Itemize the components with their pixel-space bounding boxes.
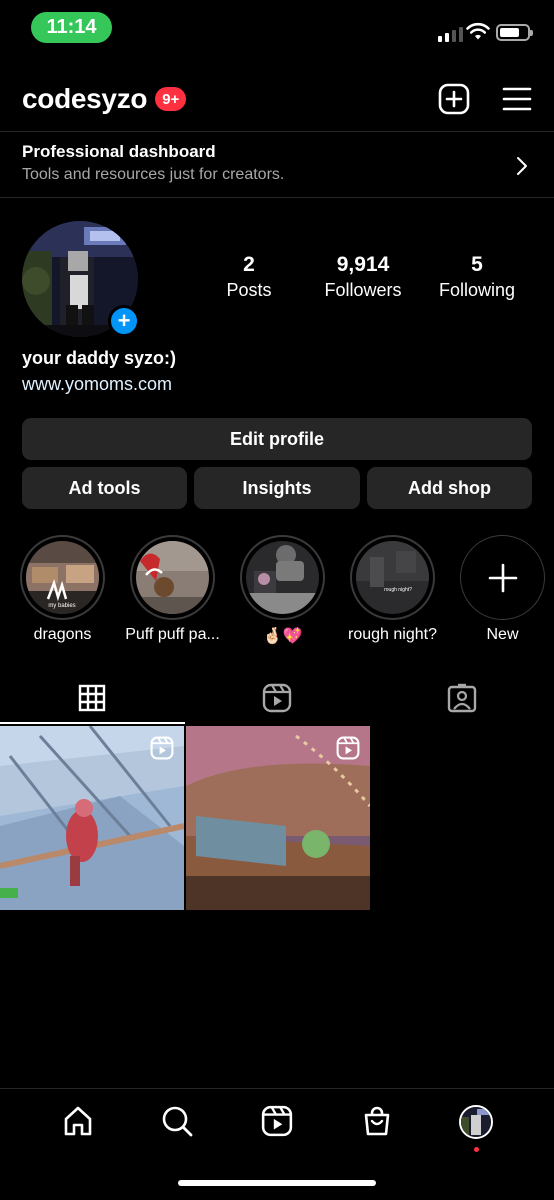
create-post-icon[interactable] xyxy=(438,83,470,115)
stat-posts[interactable]: 2 Posts xyxy=(195,253,303,301)
home-icon xyxy=(64,1106,92,1136)
tagged-icon xyxy=(447,683,476,713)
reels-icon xyxy=(262,683,292,713)
highlight-cover: my babies xyxy=(26,541,99,614)
highlight-rough-night[interactable]: rough night? rough night? xyxy=(348,535,437,646)
menu-icon[interactable] xyxy=(502,86,532,112)
notification-dot xyxy=(474,1147,480,1152)
add-story-icon[interactable]: + xyxy=(108,305,140,337)
nav-search[interactable] xyxy=(147,1105,207,1139)
stat-label: Posts xyxy=(226,280,272,300)
reel-badge-icon xyxy=(336,736,360,760)
highlight-emoji[interactable]: 🤞🏻💖 xyxy=(240,535,325,646)
status-time[interactable]: 11:14 xyxy=(31,12,112,43)
stat-value: 2 xyxy=(243,253,255,276)
shop-icon xyxy=(364,1106,389,1136)
highlight-cover xyxy=(246,541,319,614)
highlight-label: dragons xyxy=(33,626,92,643)
highlight-overlay-text: rough night? xyxy=(384,587,412,593)
profile-website-link[interactable]: www.yomoms.com xyxy=(22,374,172,395)
new-highlight-button[interactable]: New xyxy=(460,535,545,646)
stat-label: Following xyxy=(438,280,516,300)
profile-stats: 2 Posts 9,914 Followers 5 Following xyxy=(195,253,531,301)
battery-icon xyxy=(496,24,533,41)
divider xyxy=(0,197,554,198)
tab-reels[interactable] xyxy=(185,672,370,724)
nav-profile[interactable] xyxy=(446,1105,506,1152)
stat-value: 9,914 xyxy=(336,253,390,276)
edit-profile-button[interactable]: Edit profile xyxy=(22,418,532,460)
stat-following[interactable]: 5 Following xyxy=(423,253,531,301)
highlight-label: Puff puff pa... xyxy=(125,626,220,643)
home-indicator xyxy=(178,1180,376,1186)
dashboard-title: Professional dashboard xyxy=(22,142,216,161)
post-thumbnail[interactable] xyxy=(0,726,184,910)
nav-shop[interactable] xyxy=(347,1105,407,1139)
chevron-right-icon xyxy=(517,157,527,175)
insights-button[interactable]: Insights xyxy=(194,467,360,509)
story-highlights: my babies dragons Puff puff pa... 🤞🏻💖 ro… xyxy=(20,535,554,646)
profile-content-tabs xyxy=(0,672,554,724)
active-tab-indicator xyxy=(0,722,185,724)
profile-avatar-small xyxy=(459,1105,494,1139)
highlight-label: New xyxy=(486,626,519,643)
plus-icon xyxy=(488,563,517,592)
tab-tagged[interactable] xyxy=(369,672,554,724)
profile-display-name: your daddy syzo:) xyxy=(22,348,177,368)
status-bar: 11:14 xyxy=(0,0,554,56)
tab-grid[interactable] xyxy=(0,672,185,724)
cellular-signal-icon xyxy=(438,24,463,42)
reel-badge-icon xyxy=(150,736,174,760)
nav-reels[interactable] xyxy=(247,1105,307,1139)
highlight-cover: rough night? xyxy=(356,541,429,614)
stat-followers[interactable]: 9,914 Followers xyxy=(309,253,417,301)
dashboard-subtitle: Tools and resources just for creators. xyxy=(22,166,285,183)
profile-avatar-container[interactable]: + xyxy=(22,221,140,337)
highlight-overlay-text: my babies xyxy=(48,603,75,609)
grid-icon xyxy=(79,684,106,712)
highlight-dragons[interactable]: my babies dragons xyxy=(20,535,105,646)
account-username[interactable]: codesyzo xyxy=(22,83,148,115)
stat-label: Followers xyxy=(324,280,402,300)
nav-home[interactable] xyxy=(48,1105,108,1139)
search-icon xyxy=(163,1106,193,1137)
profile-header: codesyzo 9+ xyxy=(22,76,532,122)
ad-tools-button[interactable]: Ad tools xyxy=(22,467,187,509)
professional-dashboard[interactable]: Professional dashboard Tools and resourc… xyxy=(0,132,554,198)
post-thumbnail[interactable] xyxy=(186,726,370,910)
reels-icon xyxy=(261,1105,293,1137)
highlight-label: rough night? xyxy=(348,626,437,643)
stat-value: 5 xyxy=(471,253,483,276)
notification-badge: 9+ xyxy=(155,87,187,111)
highlight-cover xyxy=(136,541,209,614)
wifi-icon xyxy=(466,22,490,40)
highlight-puff-puff[interactable]: Puff puff pa... xyxy=(125,535,220,646)
add-shop-button[interactable]: Add shop xyxy=(367,467,532,509)
highlight-label: 🤞🏻💖 xyxy=(262,628,303,645)
